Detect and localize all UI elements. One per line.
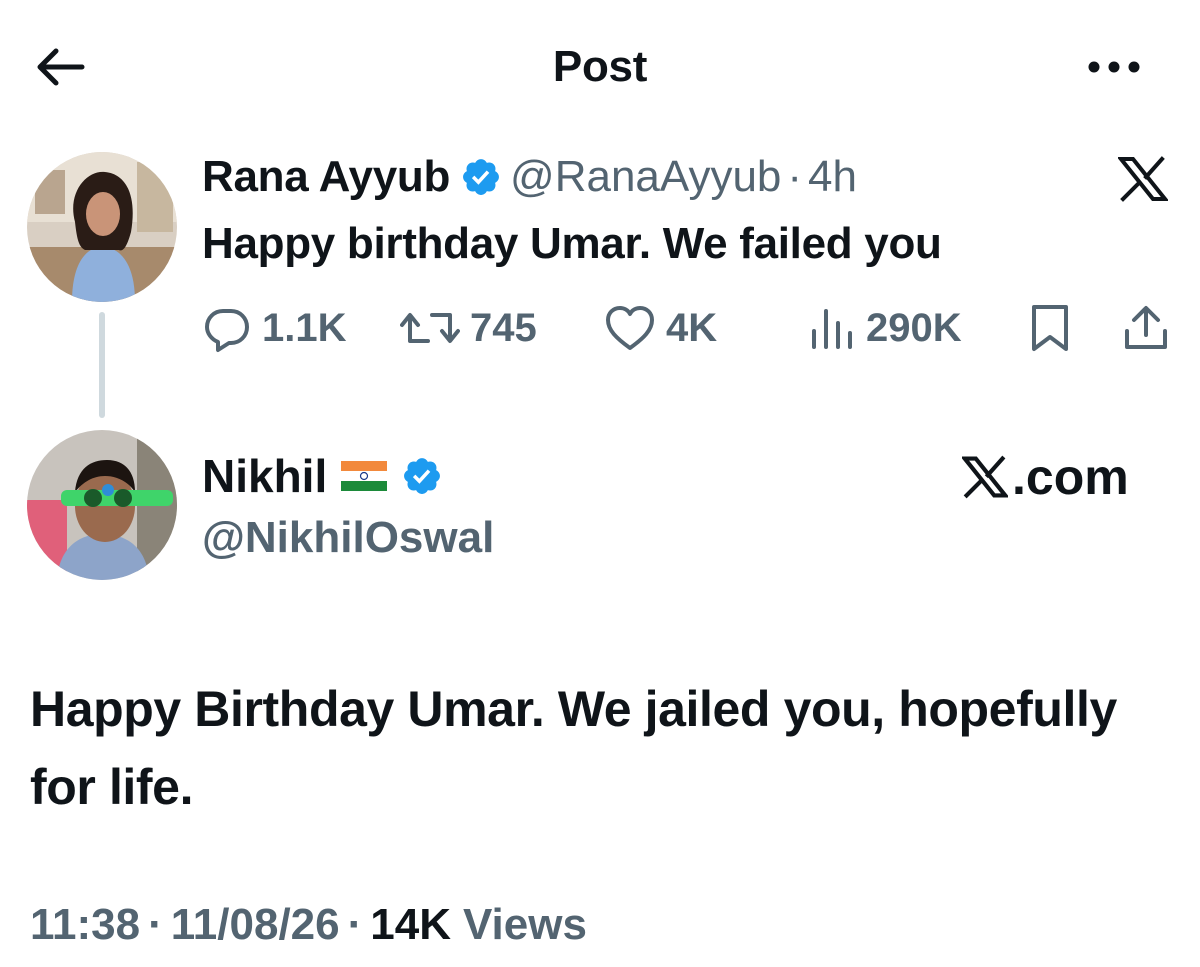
x-com-watermark: .com — [962, 448, 1129, 506]
tweet-meta: 11:38 · 11/08/26 · 14K Views — [30, 895, 587, 955]
views-count: 14K — [370, 900, 451, 949]
analytics-icon — [812, 309, 852, 349]
reply-author-avatar[interactable] — [27, 430, 177, 580]
share-button[interactable] — [1122, 300, 1180, 356]
parent-tweet-actions: 1.1K 745 4K 290K — [202, 300, 1182, 356]
repost-button[interactable]: 745 — [400, 300, 537, 356]
views-count: 290K — [866, 305, 962, 350]
bookmark-button[interactable] — [1028, 300, 1082, 356]
reply-author-name[interactable]: Nikhil — [202, 446, 327, 506]
x-logo-icon — [962, 455, 1008, 499]
share-icon — [1125, 306, 1167, 349]
verified-badge-icon — [404, 458, 441, 494]
more-options-button[interactable] — [1080, 52, 1150, 82]
separator-dot: · — [148, 900, 163, 949]
more-horizontal-icon — [1088, 61, 1140, 73]
post-page: Post Rana Ayyub @RanaAyyub · 4h Happy bi… — [0, 0, 1200, 967]
reply-tweet-text: Happy Birthday Umar. We jailed you, hope… — [30, 681, 1117, 815]
thread-connector-line — [99, 312, 105, 418]
like-button[interactable]: 4K — [604, 300, 717, 356]
separator-dot: · — [347, 900, 363, 949]
top-bar: Post — [0, 0, 1200, 135]
reply-icon — [205, 309, 249, 352]
reply-button[interactable]: 1.1K — [202, 300, 347, 356]
verified-badge-icon — [463, 159, 499, 195]
parent-tweet-text: Happy birthday Umar. We failed you — [202, 219, 942, 268]
parent-author-name[interactable]: Rana Ayyub — [202, 150, 450, 204]
reply-author-handle[interactable]: @NikhilOswal — [202, 510, 494, 566]
tweet-date[interactable]: 11/08/26 — [171, 900, 340, 950]
like-count: 4K — [666, 305, 718, 350]
views-label: Views — [463, 900, 587, 949]
parent-author-handle[interactable]: @RanaAyyub — [510, 150, 781, 204]
views-button[interactable]: 290K — [806, 300, 962, 356]
page-title: Post — [552, 42, 648, 91]
parent-author-avatar[interactable] — [27, 152, 177, 302]
watermark-domain: .com — [1012, 449, 1129, 505]
parent-tweet-header: Rana Ayyub @RanaAyyub · 4h — [202, 150, 857, 204]
x-logo-icon — [1118, 156, 1168, 202]
reply-author-name-row: Nikhil — [202, 446, 451, 506]
reply-count: 1.1K — [262, 305, 347, 350]
heart-icon — [606, 306, 654, 350]
repost-icon — [400, 313, 460, 343]
repost-count: 745 — [470, 305, 537, 350]
tweet-time[interactable]: 11:38 — [30, 900, 140, 950]
parent-tweet-time[interactable]: 4h — [808, 150, 857, 204]
india-flag-icon — [341, 461, 388, 491]
separator-dot: · — [787, 152, 803, 201]
bookmark-icon — [1032, 305, 1068, 351]
